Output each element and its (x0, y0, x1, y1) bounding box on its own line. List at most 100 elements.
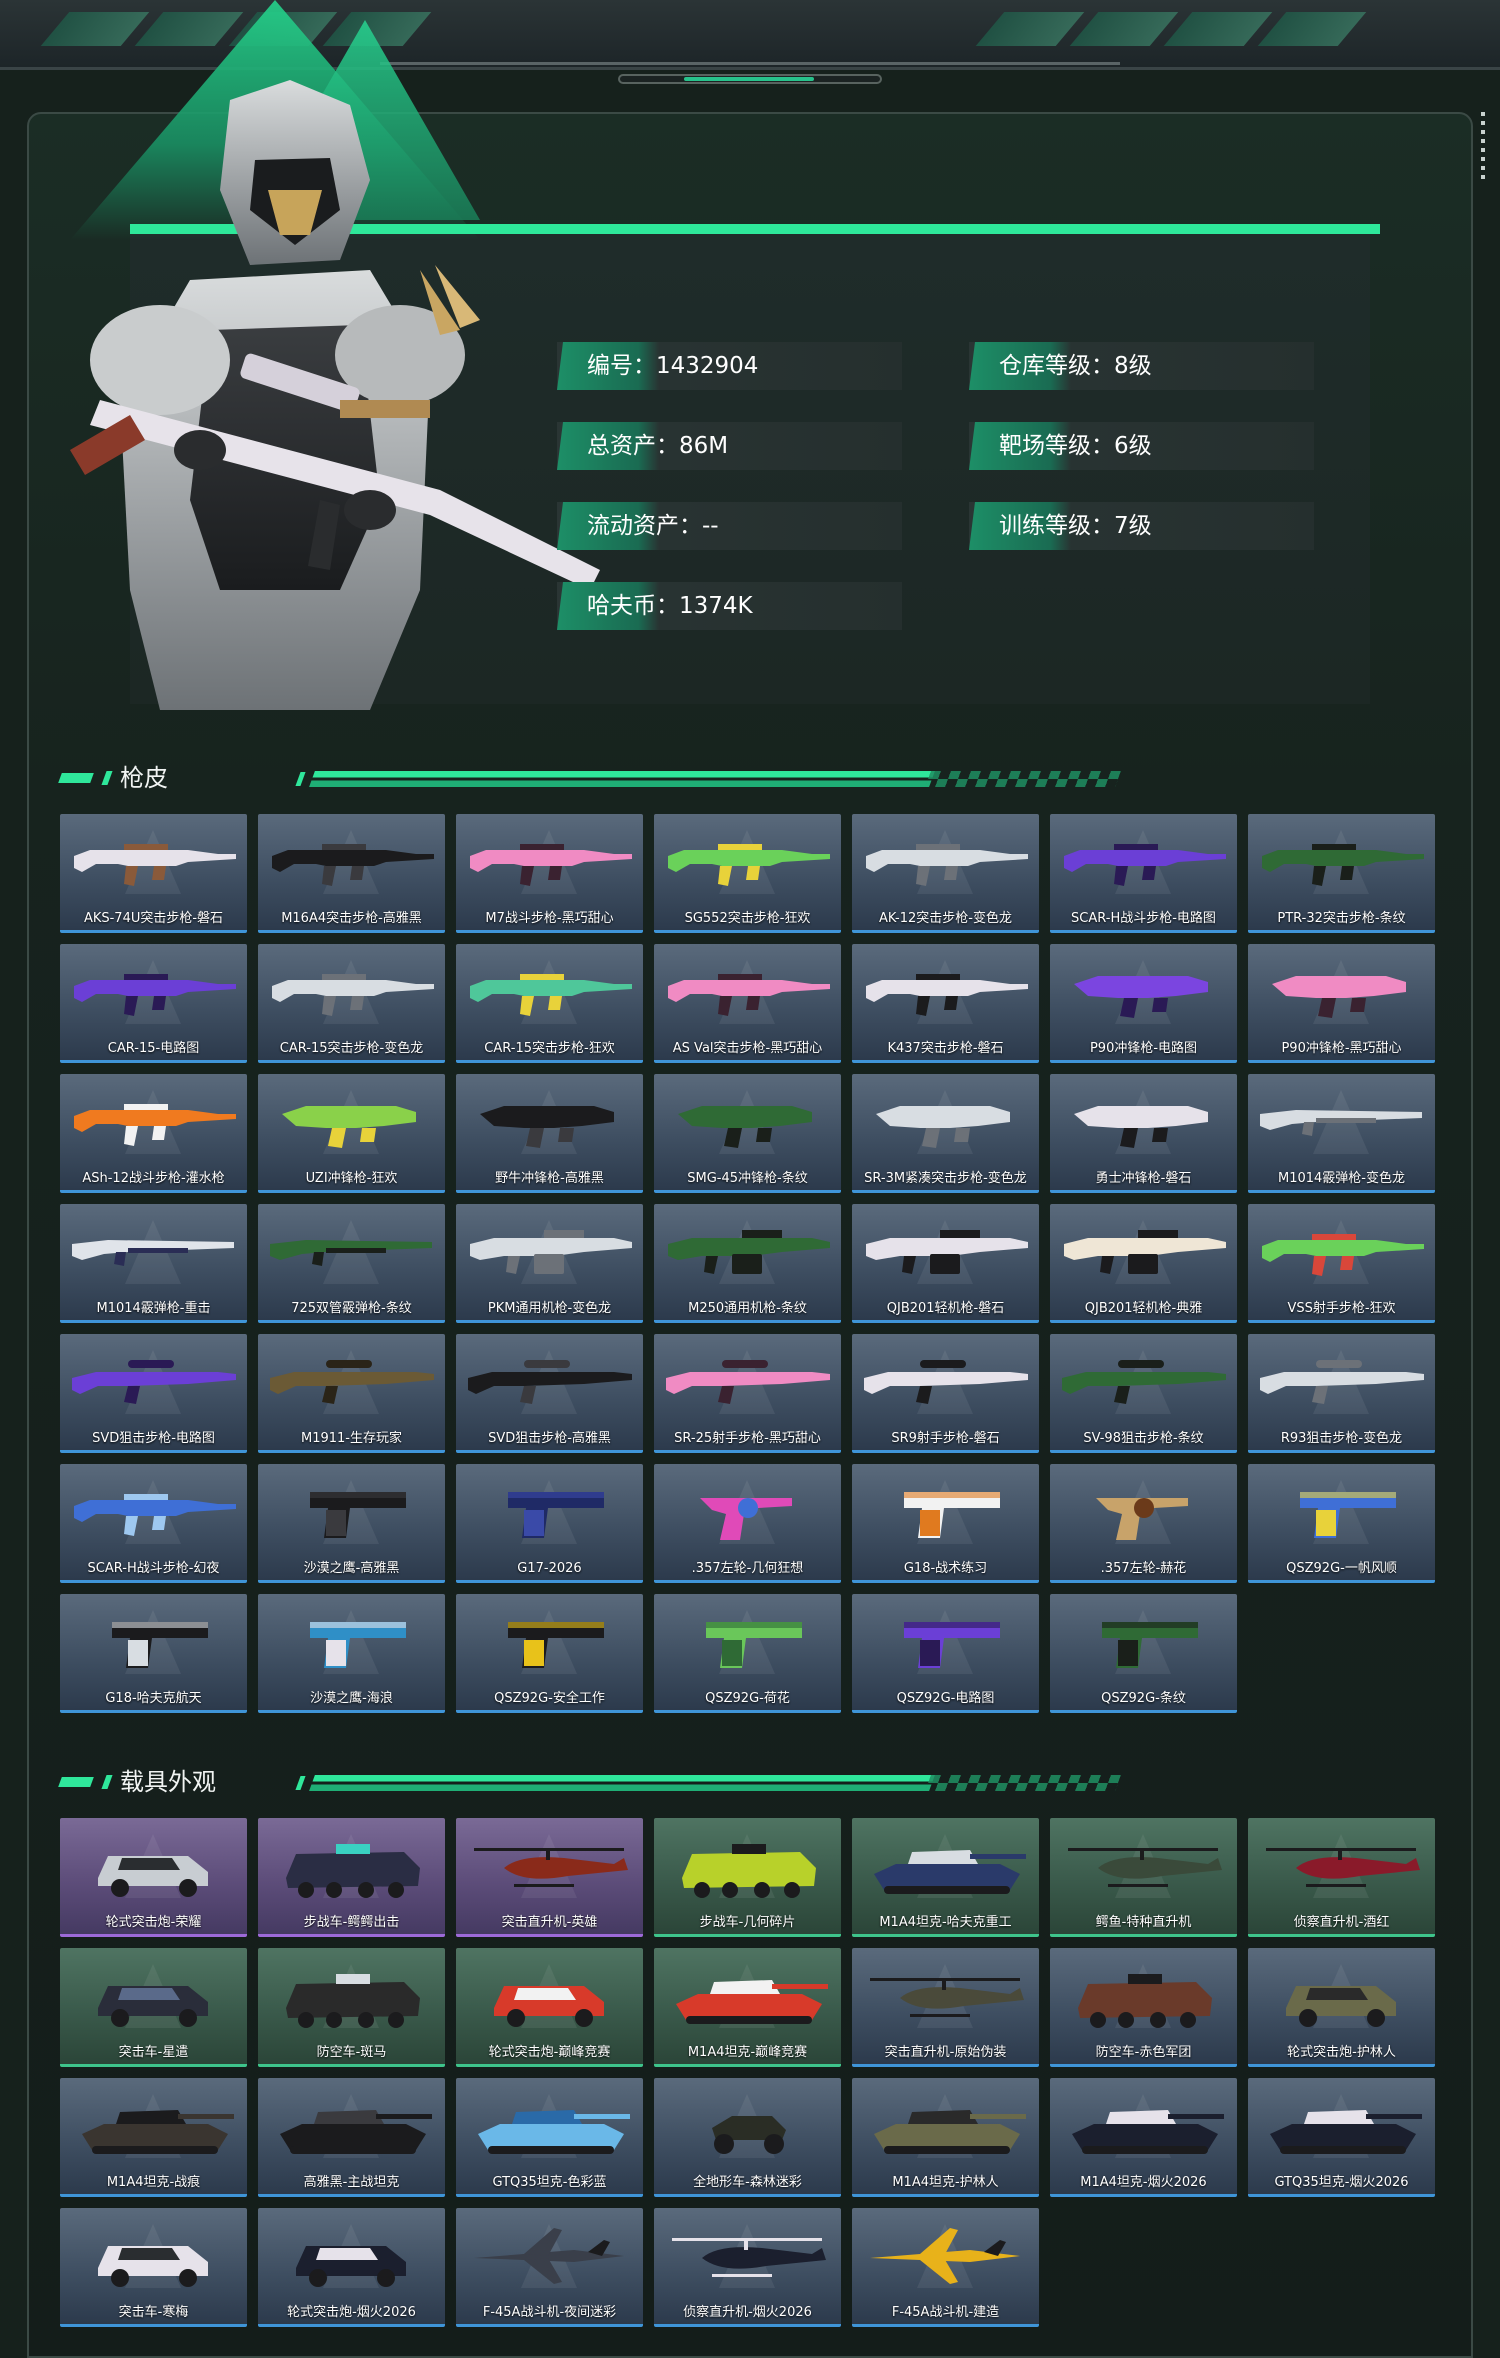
vehicle-card[interactable]: GTQ35坦克-色彩蓝 (456, 2078, 643, 2197)
weapon-card[interactable]: M7战斗步枪-黑巧甜心 (456, 814, 643, 933)
weapon-card[interactable]: 沙漠之鹰-海浪 (258, 1594, 445, 1713)
weapon-card-label: .357左轮-赫花 (1100, 1561, 1187, 1576)
weapon-card[interactable]: M250通用机枪-条纹 (654, 1204, 841, 1323)
weapon-card[interactable]: SCAR-H战斗步枪-电路图 (1050, 814, 1237, 933)
pistol-icon (1300, 1492, 1396, 1538)
tank-icon (874, 1850, 1026, 1894)
vehicle-card[interactable]: F-45A战斗机-夜间迷彩 (456, 2208, 643, 2327)
weapon-card[interactable]: QSZ92G-一帆风顺 (1248, 1464, 1435, 1583)
weapon-card[interactable]: SR-25射手步枪-黑巧甜心 (654, 1334, 841, 1453)
vehicle-card[interactable]: 高雅黑-主战坦克 (258, 2078, 445, 2197)
vehicle-card[interactable]: F-45A战斗机-建造 (852, 2208, 1039, 2327)
vehicle-card-label: M1A4坦克-哈夫克重工 (879, 1915, 1012, 1930)
weapon-card[interactable]: 勇士冲锋枪-磐石 (1050, 1074, 1237, 1193)
vehicle-card-label: 轮式突击炮-护林人 (1287, 2045, 1396, 2060)
weapon-card[interactable]: CAR-15-电路图 (60, 944, 247, 1063)
weapon-card[interactable]: QSZ92G-荷花 (654, 1594, 841, 1713)
vehicle-card-label: 轮式突击炮-巅峰竞赛 (488, 2045, 611, 2060)
weapon-card[interactable]: SV-98狙击步枪-条纹 (1050, 1334, 1237, 1453)
weapon-card[interactable]: PTR-32突击步枪-条纹 (1248, 814, 1435, 933)
weapon-card[interactable]: AS Val突击步枪-黑巧甜心 (654, 944, 841, 1063)
vehicle-card[interactable]: 步战车-鳄鳄出击 (258, 1818, 445, 1937)
weapon-card[interactable]: M16A4突击步枪-高雅黑 (258, 814, 445, 933)
weapon-card[interactable]: .357左轮-赫花 (1050, 1464, 1237, 1583)
vehicle-card[interactable]: M1A4坦克-战痕 (60, 2078, 247, 2197)
vehicle-card[interactable]: 全地形车-森林迷彩 (654, 2078, 841, 2197)
vehicle-card[interactable]: 鳄鱼-特种直升机 (1050, 1818, 1237, 1937)
weapon-card[interactable]: P90冲锋枪-黑巧甜心 (1248, 944, 1435, 1063)
vehicle-card[interactable]: 突击车-星遣 (60, 1948, 247, 2067)
weapon-card[interactable]: ASh-12战斗步枪-灌水枪 (60, 1074, 247, 1193)
weapon-card[interactable]: SR9射手步枪-磐石 (852, 1334, 1039, 1453)
weapon-card[interactable]: AK-12突击步枪-变色龙 (852, 814, 1039, 933)
sniper-icon (1062, 1360, 1226, 1404)
vehicle-card[interactable]: 防空车-斑马 (258, 1948, 445, 2067)
rifle-icon (272, 844, 434, 886)
weapon-card[interactable]: 野牛冲锋枪-高雅黑 (456, 1074, 643, 1193)
apc-icon (1078, 1974, 1212, 2028)
vehicle-card[interactable]: M1A4坦克-哈夫克重工 (852, 1818, 1039, 1937)
heli-icon (1068, 1848, 1222, 1887)
weapon-card-label: PTR-32突击步枪-条纹 (1277, 911, 1406, 926)
weapon-card[interactable]: QJB201轻机枪-磐石 (852, 1204, 1039, 1323)
vehicle-card[interactable]: 侦察直升机-烟火2026 (654, 2208, 841, 2327)
weapon-card[interactable]: SMG-45冲锋枪-条纹 (654, 1074, 841, 1193)
weapon-card[interactable]: SVD狙击步枪-电路图 (60, 1334, 247, 1453)
sniper-icon (270, 1360, 434, 1404)
scrollbar-dots[interactable] (1481, 112, 1485, 180)
vehicle-card[interactable]: 突击直升机-原始伪装 (852, 1948, 1039, 2067)
vehicle-card[interactable]: 轮式突击炮-护林人 (1248, 1948, 1435, 2067)
weapon-card[interactable]: QSZ92G-条纹 (1050, 1594, 1237, 1713)
weapon-card[interactable]: G18-战术练习 (852, 1464, 1039, 1583)
weapon-card[interactable]: M1014霰弹枪-变色龙 (1248, 1074, 1435, 1193)
weapon-card[interactable]: SVD狙击步枪-高雅黑 (456, 1334, 643, 1453)
weapon-card[interactable]: P90冲锋枪-电路图 (1050, 944, 1237, 1063)
vehicle-card[interactable]: GTQ35坦克-烟火2026 (1248, 2078, 1435, 2197)
weapon-card-label: AS Val突击步枪-黑巧甜心 (672, 1041, 823, 1056)
weapon-card[interactable]: M1014霰弹枪-重击 (60, 1204, 247, 1323)
vehicle-card[interactable]: 轮式突击炮-烟火2026 (258, 2208, 445, 2327)
weapon-card[interactable]: .357左轮-几何狂想 (654, 1464, 841, 1583)
vehicle-card[interactable]: 轮式突击炮-巅峰竞赛 (456, 1948, 643, 2067)
vehicle-card[interactable]: 侦察直升机-酒红 (1248, 1818, 1435, 1937)
weapon-card[interactable]: AKS-74U突击步枪-磐石 (60, 814, 247, 933)
rifle-icon (668, 844, 830, 886)
weapon-card[interactable]: SR-3M紧凑突击步枪-变色龙 (852, 1074, 1039, 1193)
weapon-card[interactable]: UZI冲锋枪-狂欢 (258, 1074, 445, 1193)
mg-icon (866, 1230, 1028, 1274)
apc-icon (682, 1844, 816, 1898)
weapon-card[interactable]: CAR-15突击步枪-狂欢 (456, 944, 643, 1063)
weapon-card[interactable]: QJB201轻机枪-典雅 (1050, 1204, 1237, 1323)
weapon-card[interactable]: 725双管霰弹枪-条纹 (258, 1204, 445, 1323)
weapon-card[interactable]: SCAR-H战斗步枪-幻夜 (60, 1464, 247, 1583)
weapon-skins-title: 枪皮 (120, 764, 168, 792)
vehicle-card[interactable]: 突击直升机-英雄 (456, 1818, 643, 1937)
weapon-card[interactable]: K437突击步枪-磐石 (852, 944, 1039, 1063)
weapon-card[interactable]: PKM通用机枪-变色龙 (456, 1204, 643, 1323)
vehicle-card[interactable]: M1A4坦克-护林人 (852, 2078, 1039, 2197)
weapon-card[interactable]: VSS射手步枪-狂欢 (1248, 1204, 1435, 1323)
weapon-card[interactable]: QSZ92G-安全工作 (456, 1594, 643, 1713)
weapon-card[interactable]: R93狙击步枪-变色龙 (1248, 1334, 1435, 1453)
weapon-card[interactable]: G18-哈夫克航天 (60, 1594, 247, 1713)
vehicle-card[interactable]: 突击车-寒梅 (60, 2208, 247, 2327)
weapon-card[interactable]: G17-2026 (456, 1464, 643, 1583)
apc-icon (286, 1844, 420, 1898)
weapon-card[interactable]: QSZ92G-电路图 (852, 1594, 1039, 1713)
vehicle-skins-title: 载具外观 (120, 1768, 216, 1796)
vehicle-card[interactable]: 步战车-几何碎片 (654, 1818, 841, 1937)
weapon-card-label: ASh-12战斗步枪-灌水枪 (82, 1171, 225, 1186)
vehicle-card[interactable]: M1A4坦克-烟火2026 (1050, 2078, 1237, 2197)
weapon-card[interactable]: SG552突击步枪-狂欢 (654, 814, 841, 933)
vehicle-card[interactable]: 轮式突击炮-荣耀 (60, 1818, 247, 1937)
smg-icon (1272, 976, 1406, 1018)
weapon-card[interactable]: 沙漠之鹰-高雅黑 (258, 1464, 445, 1583)
weapon-card[interactable]: M1911-生存玩家 (258, 1334, 445, 1453)
pistol-icon (904, 1622, 1000, 1668)
rifle-icon (272, 974, 434, 1016)
weapon-card[interactable]: CAR-15突击步枪-变色龙 (258, 944, 445, 1063)
vehicle-card[interactable]: 防空车-赤色军团 (1050, 1948, 1237, 2067)
vehicle-card[interactable]: M1A4坦克-巅峰竞赛 (654, 1948, 841, 2067)
jet-icon (474, 2228, 624, 2284)
tank-icon (1270, 2110, 1422, 2154)
